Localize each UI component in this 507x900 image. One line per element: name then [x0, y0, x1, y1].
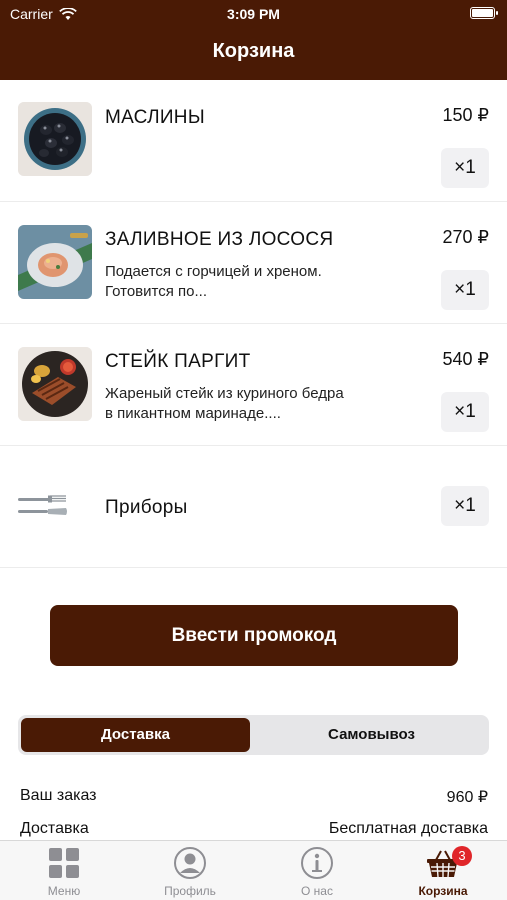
delivery-row: Доставка Бесплатная доставка — [20, 820, 488, 838]
tab-profile[interactable]: Профиль — [127, 845, 253, 898]
status-bar: Carrier 3:09 PM — [0, 0, 507, 28]
item-price: 270 ₽ — [442, 227, 490, 247]
quantity-button[interactable]: ×1 — [441, 148, 489, 188]
item-image-steak — [18, 347, 92, 421]
delivery-label: Доставка — [20, 820, 89, 837]
item-description: Жареный стейк из куриного бедра в пикант… — [105, 385, 344, 422]
item-name: МАСЛИНЫ — [105, 107, 205, 128]
order-total-row: Ваш заказ 960 ₽ — [20, 787, 488, 806]
tab-label: Меню — [47, 884, 81, 898]
page-title: Корзина — [212, 40, 295, 62]
cart-item[interactable]: СТЕЙК ПАРГИТ Жареный стейк из куриного б… — [0, 324, 507, 446]
promo-code-button[interactable]: Ввести промокод — [50, 605, 458, 666]
tab-bar: Меню Профиль О нас 3 Корзина — [0, 840, 507, 900]
tab-label: Профиль — [164, 884, 216, 898]
tab-label: Корзина — [418, 884, 468, 898]
info-icon — [301, 847, 333, 879]
cart-item-cutlery[interactable]: Приборы ×1 — [0, 446, 507, 568]
nav-header: Carrier 3:09 PM Корзина — [0, 0, 507, 80]
quantity-button[interactable]: ×1 — [441, 392, 489, 432]
quantity-button[interactable]: ×1 — [441, 270, 489, 310]
cart-item[interactable]: МАСЛИНЫ 150 ₽ ×1 — [0, 80, 507, 202]
delivery-value: Бесплатная доставка — [328, 820, 488, 837]
item-name: СТЕЙК ПАРГИТ — [105, 351, 251, 372]
item-description: Подается с горчицей и хреном. Готовится … — [105, 263, 322, 300]
item-name: Приборы — [105, 497, 188, 518]
pickup-option[interactable]: Самовывоз — [257, 718, 486, 752]
battery-icon — [470, 7, 498, 19]
tab-cart[interactable]: 3 Корзина — [380, 845, 506, 898]
grid-icon — [49, 848, 79, 878]
tab-menu[interactable]: Меню — [1, 845, 127, 898]
item-price: 540 ₽ — [442, 349, 490, 369]
cart-item[interactable]: ЗАЛИВНОЕ ИЗ ЛОСОСЯ Подается с горчицей и… — [0, 202, 507, 324]
profile-icon — [174, 847, 206, 879]
tab-about[interactable]: О нас — [254, 845, 380, 898]
item-name: ЗАЛИВНОЕ ИЗ ЛОСОСЯ — [105, 229, 334, 250]
delivery-option[interactable]: Доставка — [21, 718, 250, 752]
cutlery-icon — [18, 494, 68, 518]
quantity-button[interactable]: ×1 — [441, 486, 489, 526]
delivery-mode-toggle: Доставка Самовывоз — [18, 715, 489, 755]
status-time: 3:09 PM — [227, 6, 280, 22]
item-price: 150 ₽ — [442, 105, 490, 125]
item-image-olives — [18, 102, 92, 176]
order-total-value: 960 ₽ — [446, 789, 488, 806]
tab-label: О нас — [301, 884, 333, 898]
order-total-label: Ваш заказ — [20, 787, 97, 804]
item-image-salmon-aspic — [18, 225, 92, 299]
cart-count-badge: 3 — [452, 846, 472, 866]
